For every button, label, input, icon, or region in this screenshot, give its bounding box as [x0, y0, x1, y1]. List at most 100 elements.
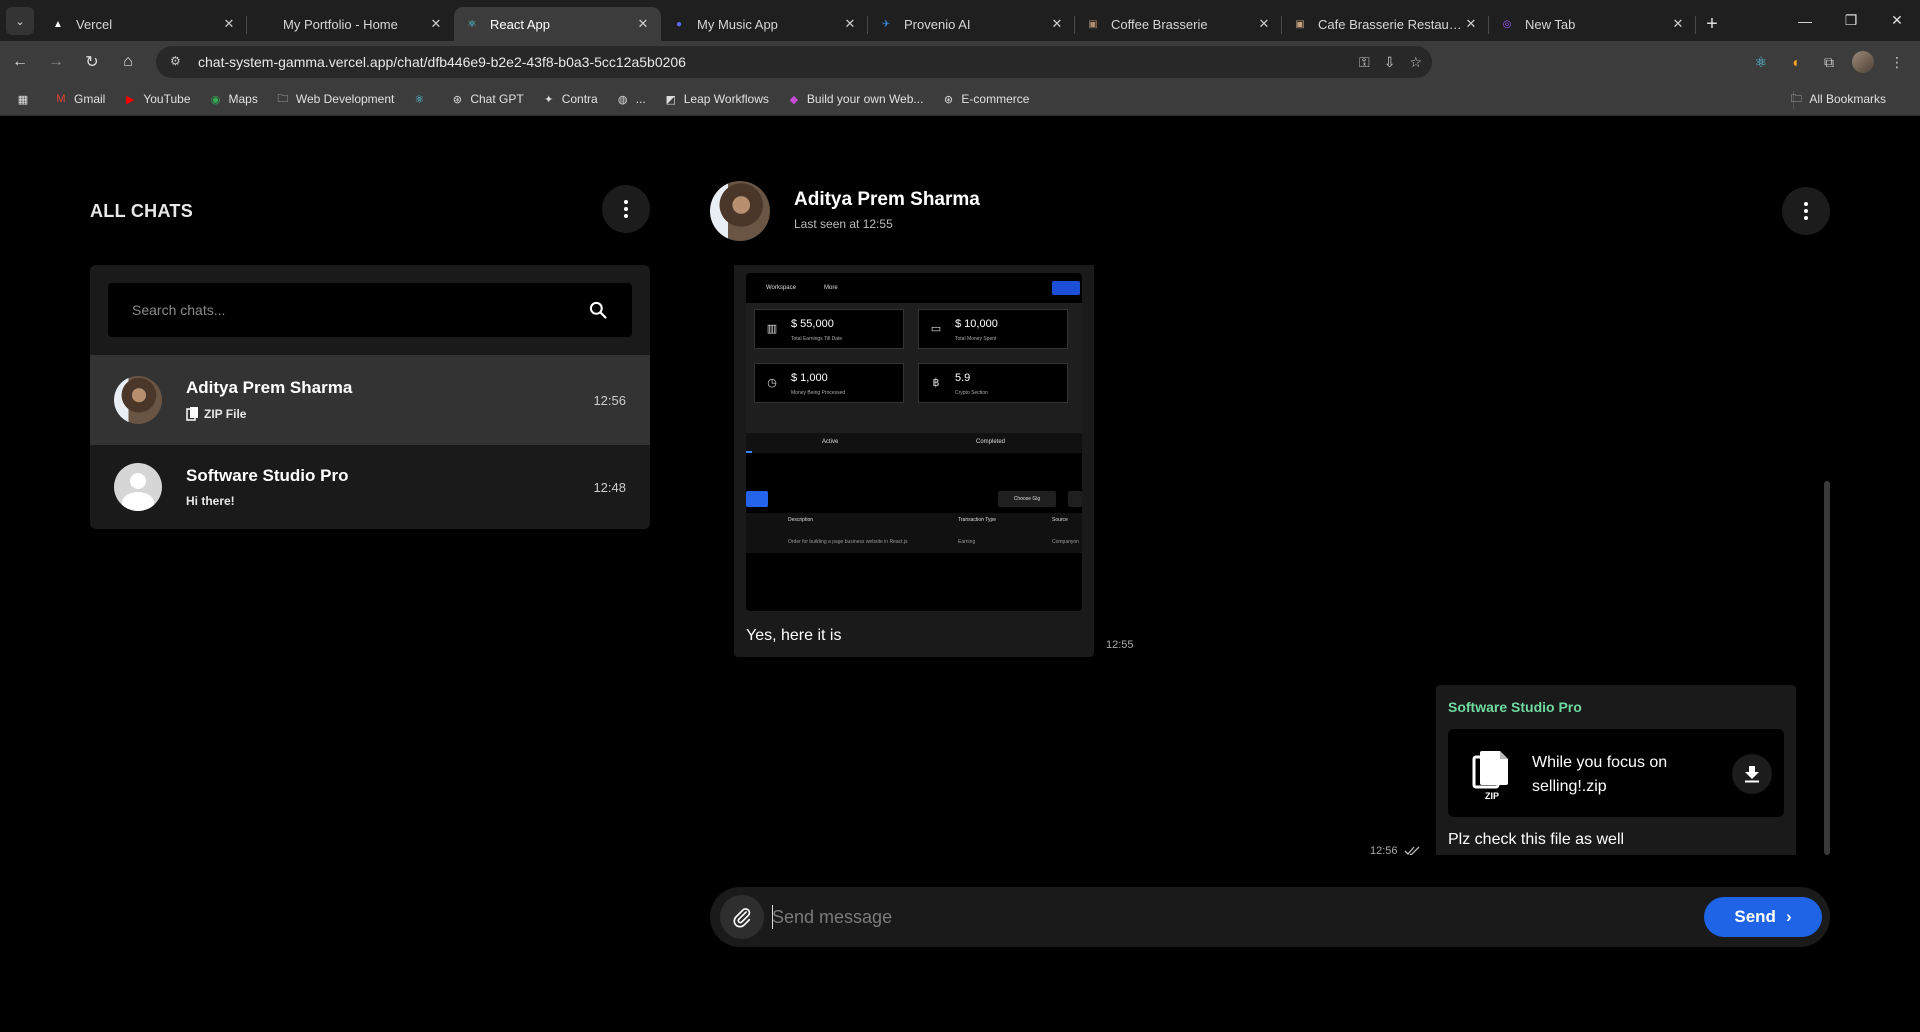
contra-icon: ✦: [544, 93, 554, 106]
react-devtools-icon[interactable]: ⚛: [1746, 47, 1776, 77]
more-vertical-icon: [624, 200, 628, 218]
bookmark-item[interactable]: ✦ Contra: [542, 92, 598, 106]
sidebar-menu-button[interactable]: [602, 185, 650, 233]
browser-tab[interactable]: ✈ Provenio AI ✕: [868, 7, 1075, 41]
chat-name: Software Studio Pro: [186, 466, 349, 485]
chat-name: Aditya Prem Sharma: [186, 378, 353, 397]
chat-item-software-studio[interactable]: Software Studio Pro Hi there! 12:48: [90, 445, 650, 529]
close-tab-icon[interactable]: ✕: [842, 16, 858, 32]
bookmark-item[interactable]: ⊛ E-commerce: [941, 92, 1030, 106]
send-button[interactable]: Send ›: [1704, 897, 1822, 937]
apps-button[interactable]: ▦: [16, 92, 36, 106]
bookmark-label: Web Development: [295, 92, 395, 106]
more-vertical-icon: [1804, 202, 1808, 220]
bookmark-label: Build your own Web...: [806, 92, 924, 106]
file-attachment[interactable]: ZIP While you focus on selling!.zip: [1448, 729, 1784, 817]
preview-td: Companyon: [1052, 539, 1079, 545]
last-seen-status: Last seen at 12:55: [794, 217, 893, 231]
bitcoin-icon: ฿: [932, 377, 940, 389]
plus-icon: +: [1706, 12, 1718, 35]
tab-title: Coffee Brasserie: [1111, 16, 1208, 32]
browser-tab[interactable]: ▣ Cafe Brasserie Restaurant ✕: [1282, 7, 1489, 41]
tab-search-button[interactable]: ⌄: [6, 7, 34, 35]
bookmark-item[interactable]: M Gmail: [54, 92, 105, 106]
new-tab-button[interactable]: +: [1696, 7, 1728, 41]
close-tab-icon[interactable]: ✕: [1463, 16, 1479, 32]
reload-icon: ↻: [85, 54, 99, 71]
bookmark-item[interactable]: ◩ Leap Workflows: [664, 92, 769, 106]
preview-th: Transaction Type: [958, 517, 997, 523]
browser-tab[interactable]: ◎ New Tab ✕: [1489, 7, 1696, 41]
bookmarks-bar: ▦ M Gmail ▶ YouTube ◉ Maps 🗀 Web Development ⚛ ⊛ C…: [0, 83, 1920, 116]
image-attachment[interactable]: Workspace More ▥ $ 55,000 Total Earnings…: [746, 273, 1082, 611]
folder-icon: 🗀: [277, 92, 289, 105]
message-scrollbar[interactable]: [1824, 265, 1830, 855]
extension-flame-icon[interactable]: ◖: [1780, 47, 1810, 77]
ecommerce-icon: ⊛: [943, 93, 954, 106]
react-icon: ⚛: [414, 93, 425, 106]
site-settings-icon[interactable]: ⚙: [170, 54, 186, 70]
browser-menu-button[interactable]: ⋮: [1882, 47, 1912, 77]
conversation-avatar[interactable]: [710, 181, 770, 241]
minimize-button[interactable]: —: [1782, 0, 1828, 41]
key-icon[interactable]: ⚿: [1359, 54, 1370, 71]
close-tab-icon[interactable]: ✕: [1049, 16, 1065, 32]
card-value: 5.9: [955, 372, 971, 384]
home-button[interactable]: ⌂: [112, 46, 144, 78]
browser-tab[interactable]: ▣ Coffee Brasserie ✕: [1075, 7, 1282, 41]
bookmark-item[interactable]: ◍...: [616, 92, 646, 106]
back-button[interactable]: ←: [4, 46, 36, 78]
forward-button[interactable]: →: [40, 46, 72, 78]
install-icon[interactable]: ⇩: [1384, 54, 1396, 71]
chat-preview: ZIP File: [204, 407, 247, 421]
download-button[interactable]: [1732, 754, 1772, 794]
browser-tab[interactable]: ✎ My Portfolio - Home ✕: [247, 7, 454, 41]
search-box: [108, 283, 632, 337]
preview-tab: Active: [822, 439, 839, 445]
bookmark-item[interactable]: ⊛ Chat GPT: [450, 92, 524, 106]
star-icon[interactable]: ☆: [1409, 54, 1422, 71]
tab-title: React App: [490, 16, 550, 32]
chat-item-aditya[interactable]: Aditya Prem Sharma ZIP File 12:56: [90, 355, 650, 445]
bookmark-label: Leap Workflows: [683, 92, 769, 106]
reload-button[interactable]: ↻: [76, 46, 108, 78]
browser-tab[interactable]: ⚛ React App ✕: [454, 7, 661, 41]
restore-button[interactable]: ❐: [1828, 0, 1874, 41]
browser-tab[interactable]: ▲ Vercel ✕: [40, 7, 247, 41]
bookmark-item[interactable]: ⚛: [412, 92, 432, 106]
close-tab-icon[interactable]: ✕: [1256, 16, 1272, 32]
coffee-icon: ▣: [1088, 18, 1098, 30]
message-list[interactable]: Workspace More ▥ $ 55,000 Total Earnings…: [710, 265, 1830, 855]
bookmark-item[interactable]: ◆ Build your own Web...: [787, 92, 924, 106]
file-copy-icon: [186, 407, 198, 421]
conversation-menu-button[interactable]: [1782, 187, 1830, 235]
close-window-button[interactable]: ✕: [1874, 0, 1920, 41]
preview-th: Description: [788, 517, 814, 523]
search-chats-input[interactable]: [132, 302, 588, 318]
bookmark-item[interactable]: 🗀 Web Development: [276, 92, 395, 106]
search-icon[interactable]: [588, 300, 608, 320]
preview-nav-item: Workspace: [766, 285, 796, 291]
close-tab-icon[interactable]: ✕: [428, 16, 444, 32]
address-bar[interactable]: ⚙ chat-system-gamma.vercel.app/chat/dfb4…: [156, 46, 1432, 78]
scrollbar-thumb[interactable]: [1824, 481, 1830, 855]
browser-tab[interactable]: ● My Music App ✕: [661, 7, 868, 41]
extensions-icon[interactable]: ⧉: [1814, 47, 1844, 77]
message-input[interactable]: [772, 899, 1652, 935]
bookmark-label: YouTube: [143, 92, 191, 106]
window-controls: — ❐ ✕: [1782, 0, 1920, 41]
preview-tab: Completed: [976, 439, 1006, 445]
double-check-icon: [1404, 846, 1419, 855]
card-value: $ 1,000: [791, 372, 828, 384]
close-tab-icon[interactable]: ✕: [221, 16, 237, 32]
attach-button[interactable]: [720, 895, 764, 939]
profile-button[interactable]: [1848, 47, 1878, 77]
all-bookmarks-button[interactable]: 🗀 All Bookmarks: [1789, 92, 1886, 106]
bookmark-item[interactable]: ▶ YouTube: [123, 92, 190, 106]
tab-title: New Tab: [1525, 16, 1576, 32]
close-tab-icon[interactable]: ✕: [635, 16, 651, 32]
react-icon: ⚛: [467, 18, 477, 30]
bookmark-item[interactable]: ◉ Maps: [209, 92, 258, 106]
clock-icon: ◷: [767, 377, 777, 389]
close-tab-icon[interactable]: ✕: [1670, 16, 1686, 32]
